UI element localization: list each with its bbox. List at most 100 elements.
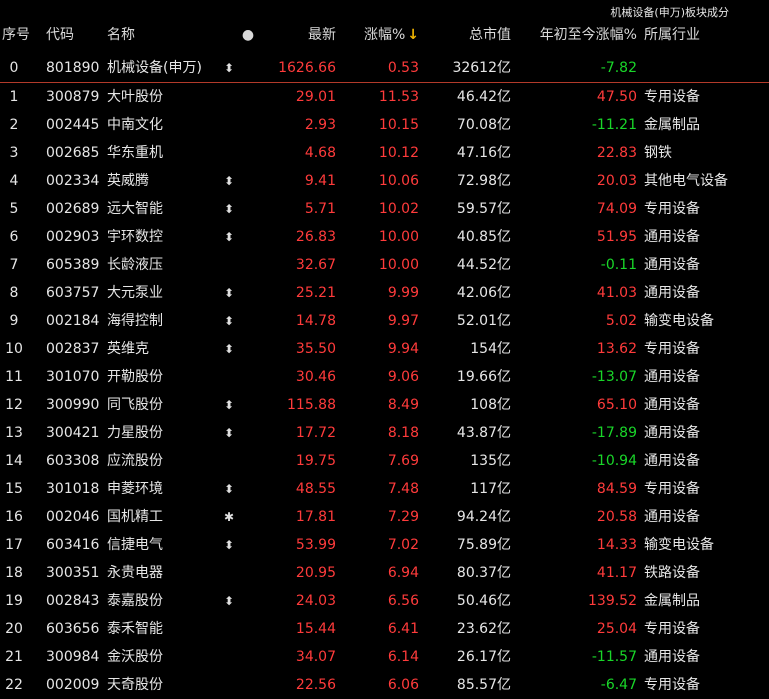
header-change-label: 涨幅% <box>363 27 406 43</box>
row-flag-icon: ⬍ <box>223 174 235 188</box>
header-market-cap[interactable]: 总市值 <box>420 22 511 48</box>
row-industry: 其他电气设备 <box>644 173 728 189</box>
row-industry: 专用设备 <box>644 481 700 497</box>
row-seq: 0 <box>9 60 19 76</box>
row-industry: 金属制品 <box>644 593 700 609</box>
row-ytd: 14.33 <box>596 537 637 553</box>
row-last: 20.95 <box>295 565 336 581</box>
row-last: 32.67 <box>295 257 336 273</box>
table-row[interactable]: 11 301070 开勒股份 30.46 9.06 19.66亿 -13.07 通用设备 <box>0 363 769 391</box>
row-last: 17.81 <box>295 509 336 525</box>
row-flag-icon <box>223 111 235 139</box>
row-industry: 通用设备 <box>644 397 700 413</box>
row-name: 英威腾 <box>107 173 149 189</box>
row-industry: 输变电设备 <box>644 537 714 553</box>
table-row[interactable]: 15 301018 申菱环境 ⬍ 48.55 7.48 117亿 84.59 专用设备 <box>0 475 769 503</box>
table-row[interactable]: 19 002843 泰嘉股份 ⬍ 24.03 6.56 50.46亿 139.52 金属制品 <box>0 587 769 615</box>
table-row[interactable]: 21 300984 金沃股份 34.07 6.14 26.17亿 -11.57 通用设备 <box>0 643 769 671</box>
table-row[interactable]: 2 002445 中南文化 2.93 10.15 70.08亿 -11.21 金属制品 <box>0 111 769 139</box>
row-last: 4.68 <box>304 145 336 161</box>
row-ytd: -13.07 <box>591 369 637 385</box>
row-seq: 3 <box>9 145 19 161</box>
table-row[interactable]: 13 300421 力星股份 ⬍ 17.72 8.18 43.87亿 -17.89 通用设备 <box>0 419 769 447</box>
table-row[interactable]: 4 002334 英威腾 ⬍ 9.41 10.06 72.98亿 20.03 其他电气设备 <box>0 167 769 195</box>
row-change: 8.49 <box>387 397 419 413</box>
row-seq: 15 <box>5 481 23 497</box>
row-change: 11.53 <box>378 89 419 105</box>
header-seq[interactable]: 序号 <box>0 22 36 48</box>
row-ytd: 13.62 <box>596 341 637 357</box>
row-change: 10.15 <box>378 117 419 133</box>
row-flag-icon: ⬍ <box>223 342 235 356</box>
row-market-cap: 23.62亿 <box>456 621 511 637</box>
sort-desc-icon: ↓ <box>407 27 419 43</box>
row-market-cap: 75.89亿 <box>456 537 511 553</box>
row-flag-icon <box>223 363 235 391</box>
row-ytd: 22.83 <box>596 145 637 161</box>
row-market-cap: 85.57亿 <box>456 677 511 693</box>
row-flag-icon: ⬍ <box>223 398 235 412</box>
header-code[interactable]: 代码 <box>46 22 106 48</box>
row-last: 29.01 <box>295 89 336 105</box>
row-seq: 20 <box>5 621 23 637</box>
row-name: 海得控制 <box>107 313 163 329</box>
row-change: 7.69 <box>387 453 419 469</box>
table-row[interactable]: 16 002046 国机精工 ✱ 17.81 7.29 94.24亿 20.58 通用设备 <box>0 503 769 531</box>
row-last: 19.75 <box>295 453 336 469</box>
table-row[interactable]: 8 603757 大元泵业 ⬍ 25.21 9.99 42.06亿 41.03 通用设备 <box>0 279 769 307</box>
row-industry: 通用设备 <box>644 229 700 245</box>
row-flag-icon: ⬍ <box>223 594 235 608</box>
row-ytd: 84.59 <box>596 481 637 497</box>
table-row[interactable]: 14 603308 应流股份 19.75 7.69 135亿 -10.94 通用设备 <box>0 447 769 475</box>
row-flag-icon <box>223 251 235 279</box>
header-industry[interactable]: 所属行业 <box>644 22 769 48</box>
row-change: 6.14 <box>387 649 419 665</box>
table-row[interactable]: 18 300351 永贵电器 20.95 6.94 80.37亿 41.17 铁路设备 <box>0 559 769 587</box>
row-name: 力星股份 <box>107 425 163 441</box>
row-seq: 19 <box>5 593 23 609</box>
header-ytd[interactable]: 年初至今涨幅% <box>512 22 637 48</box>
table-row[interactable]: 20 603656 泰禾智能 15.44 6.41 23.62亿 25.04 专用设备 <box>0 615 769 643</box>
row-change: 10.00 <box>378 257 419 273</box>
row-name: 机械设备(申万) <box>107 60 202 76</box>
header-dot-icon[interactable]: ● <box>241 22 255 48</box>
row-seq: 14 <box>5 453 23 469</box>
row-industry: 输变电设备 <box>644 313 714 329</box>
table-row[interactable]: 3 002685 华东重机 4.68 10.12 47.16亿 22.83 钢铁 <box>0 139 769 167</box>
index-row[interactable]: 0 801890 机械设备(申万) ⬍ 1626.66 0.53 32612亿 -7.82 <box>0 54 769 83</box>
row-market-cap: 32612亿 <box>452 60 511 76</box>
table-row[interactable]: 6 002903 宇环数控 ⬍ 26.83 10.00 40.85亿 51.95 通用设备 <box>0 223 769 251</box>
table-row[interactable]: 5 002689 远大智能 ⬍ 5.71 10.02 59.57亿 74.09 专用设备 <box>0 195 769 223</box>
row-seq: 16 <box>5 509 23 525</box>
row-seq: 10 <box>5 341 23 357</box>
row-change: 9.97 <box>387 313 419 329</box>
row-industry: 专用设备 <box>644 201 700 217</box>
row-name: 远大智能 <box>107 201 163 217</box>
row-market-cap: 50.46亿 <box>456 593 511 609</box>
row-last: 1626.66 <box>278 60 336 76</box>
header-name[interactable]: 名称 <box>107 22 217 48</box>
row-ytd: 41.17 <box>596 565 637 581</box>
header-change[interactable]: 涨幅% ↓ <box>340 22 419 48</box>
table-row[interactable]: 9 002184 海得控制 ⬍ 14.78 9.97 52.01亿 5.02 输变电设备 <box>0 307 769 335</box>
row-ytd: 20.58 <box>596 509 637 525</box>
table-row[interactable]: 17 603416 信捷电气 ⬍ 53.99 7.02 75.89亿 14.33 输变电设备 <box>0 531 769 559</box>
table-row[interactable]: 1 300879 大叶股份 29.01 11.53 46.42亿 47.50 专用设备 <box>0 83 769 111</box>
table-row[interactable]: 7 605389 长龄液压 32.67 10.00 44.52亿 -0.11 通用设备 <box>0 251 769 279</box>
header-last[interactable]: 最新 <box>256 22 336 48</box>
table-row[interactable]: 22 002009 天奇股份 22.56 6.06 85.57亿 -6.47 专用设备 <box>0 671 769 699</box>
row-name: 泰禾智能 <box>107 621 163 637</box>
table-row[interactable]: 10 002837 英维克 ⬍ 35.50 9.94 154亿 13.62 专用设备 <box>0 335 769 363</box>
row-market-cap: 52.01亿 <box>456 313 511 329</box>
row-industry: 铁路设备 <box>644 565 700 581</box>
row-change: 10.02 <box>378 201 419 217</box>
row-flag-icon <box>223 139 235 167</box>
row-code: 002184 <box>46 313 100 329</box>
row-industry <box>644 54 769 82</box>
row-last: 48.55 <box>295 481 336 497</box>
table-row[interactable]: 12 300990 同飞股份 ⬍ 115.88 8.49 108亿 65.10 通用设备 <box>0 391 769 419</box>
row-change: 7.02 <box>387 537 419 553</box>
row-last: 35.50 <box>295 341 336 357</box>
row-last: 115.88 <box>287 397 336 413</box>
row-industry: 通用设备 <box>644 285 700 301</box>
